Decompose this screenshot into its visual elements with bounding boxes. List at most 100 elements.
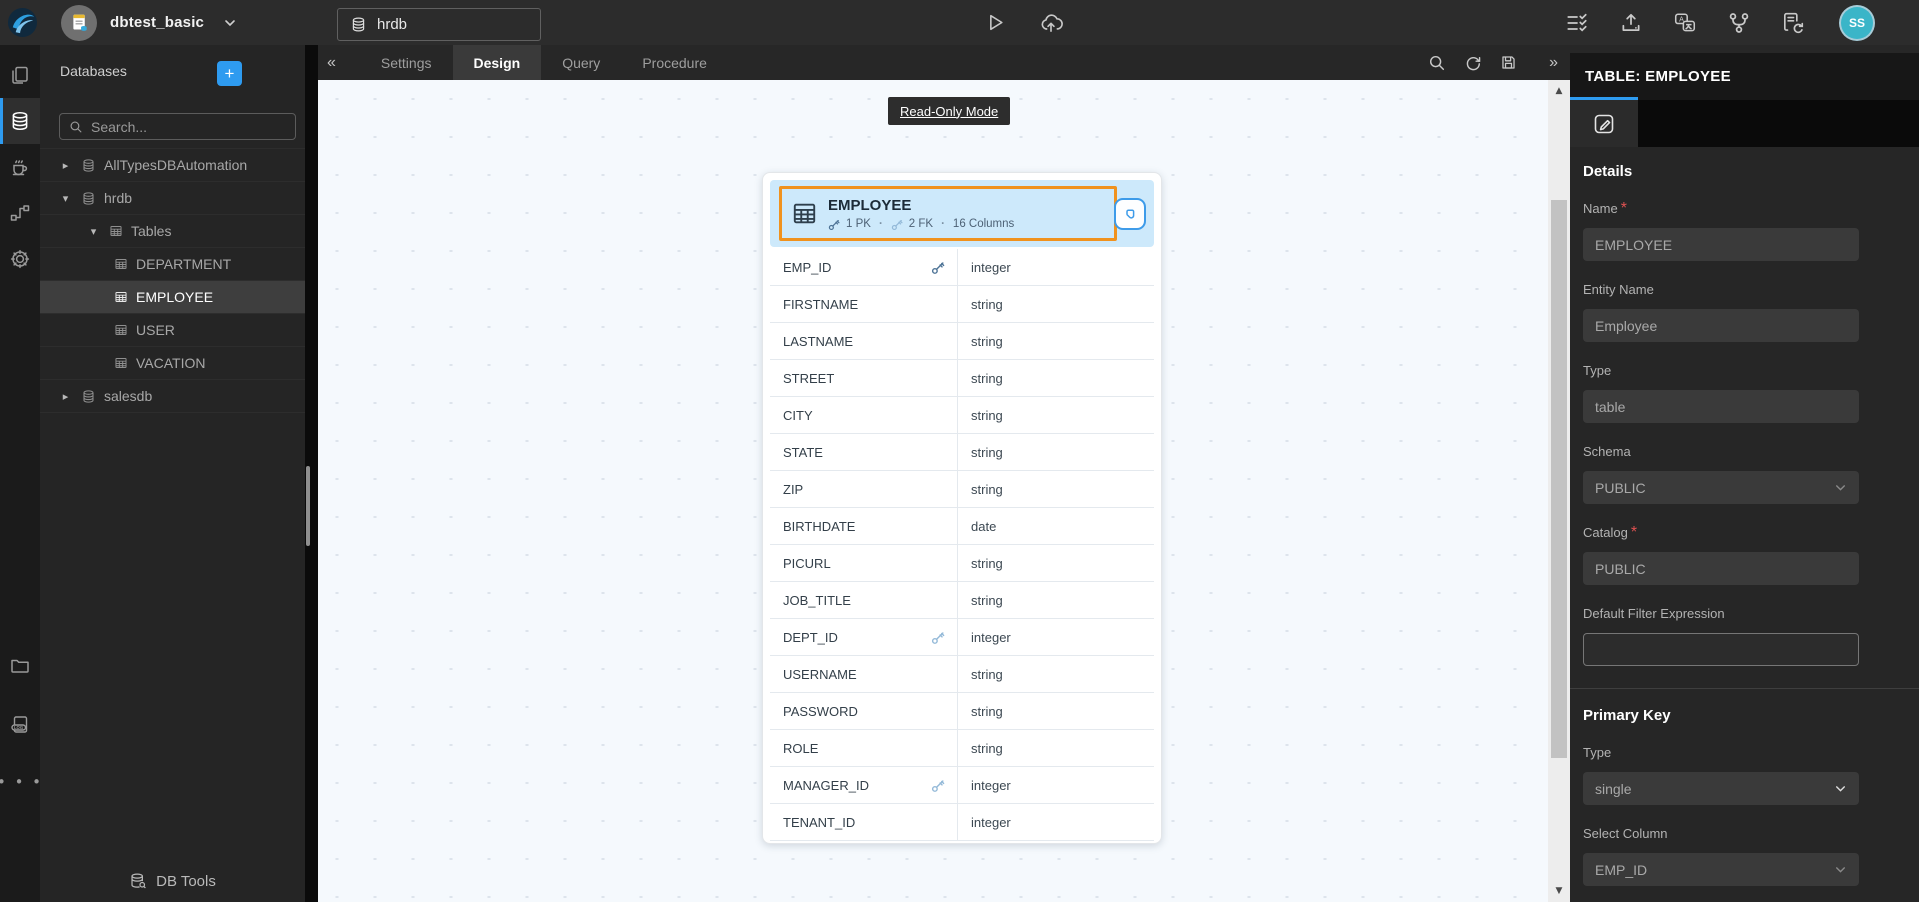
field-label: Type xyxy=(1583,363,1611,378)
tree-item-icon xyxy=(109,224,123,238)
tree-item[interactable]: DEPARTMENT xyxy=(40,248,305,281)
tree-item-icon xyxy=(81,191,96,206)
tree-item[interactable]: ▸ salesdb xyxy=(40,380,305,413)
entity-column-row[interactable]: PASSWORD string xyxy=(770,693,1154,730)
foreign-key-icon xyxy=(891,218,904,231)
tree-item[interactable]: EMPLOYEE xyxy=(40,281,305,314)
entity-column-row[interactable]: STREET string xyxy=(770,360,1154,397)
field-control[interactable]: PUBLIC xyxy=(1583,552,1859,585)
scroll-up-arrow[interactable]: ▲ xyxy=(1548,86,1570,96)
workspace-tab[interactable]: Query xyxy=(541,45,621,80)
inspector-tabs xyxy=(1570,100,1919,147)
cloud-deploy-button[interactable] xyxy=(1039,11,1063,35)
column-type: integer xyxy=(957,767,1154,803)
entity-column-row[interactable]: BIRTHDATE date xyxy=(770,508,1154,545)
tree-item[interactable]: VACATION xyxy=(40,347,305,380)
column-type: string xyxy=(957,730,1154,766)
scroll-down-arrow[interactable]: ▼ xyxy=(1548,886,1570,896)
entity-column-row[interactable]: ROLE string xyxy=(770,730,1154,767)
version-branch-icon[interactable] xyxy=(1727,11,1751,35)
search-input[interactable]: Search... xyxy=(59,113,296,140)
run-preview-button[interactable] xyxy=(983,11,1006,34)
more-options-icon[interactable]: • • • xyxy=(0,759,40,805)
workspace-tab[interactable]: Settings xyxy=(360,45,453,80)
column-name: JOB_TITLE xyxy=(783,593,851,608)
column-name: PICURL xyxy=(783,556,831,571)
entity-column-row[interactable]: JOB_TITLE string xyxy=(770,582,1154,619)
file-sync-icon[interactable] xyxy=(1781,11,1805,35)
translate-icon[interactable]: A xyxy=(1673,11,1697,35)
design-canvas[interactable]: Read-Only Mode EMPLOYEE 1 PK 2 FK 16 Col… xyxy=(318,80,1570,902)
scrollbar-thumb[interactable] xyxy=(1551,200,1567,758)
save-icon[interactable] xyxy=(1500,54,1517,71)
db-tools-button[interactable]: DB Tools xyxy=(40,872,305,891)
entity-column-row[interactable]: LASTNAME string xyxy=(770,323,1154,360)
export-deploy-icon[interactable] xyxy=(1619,11,1643,35)
column-name: PASSWORD xyxy=(783,704,858,719)
entity-column-row[interactable]: FIRSTNAME string xyxy=(770,286,1154,323)
workspace-tab[interactable]: Procedure xyxy=(621,45,728,80)
collapse-sidebar-icon[interactable]: « xyxy=(327,54,336,72)
refresh-icon[interactable] xyxy=(1464,54,1482,72)
add-relationship-button[interactable] xyxy=(1114,198,1146,230)
java-services-icon[interactable] xyxy=(0,144,40,190)
canvas-vertical-scrollbar[interactable]: ▲ ▼ xyxy=(1548,80,1570,902)
field-control[interactable]: table xyxy=(1583,390,1859,423)
connectors-icon[interactable] xyxy=(0,190,40,236)
field-label: Schema xyxy=(1583,444,1631,459)
tree-item-label: EMPLOYEE xyxy=(136,289,213,305)
tree-item[interactable]: ▾ Tables xyxy=(40,215,305,248)
entity-column-row[interactable]: PICURL string xyxy=(770,545,1154,582)
edit-tab[interactable] xyxy=(1570,100,1638,147)
databases-icon[interactable] xyxy=(0,98,40,144)
pages-icon[interactable] xyxy=(0,52,40,98)
field-control[interactable]: Employee xyxy=(1583,309,1859,342)
folder-icon[interactable] xyxy=(0,642,40,688)
column-type: string xyxy=(957,656,1154,692)
project-switcher[interactable]: dbtest_basic xyxy=(61,0,204,45)
logs-icon[interactable]: LOG xyxy=(0,702,40,748)
checklist-icon[interactable] xyxy=(1565,11,1589,35)
entity-column-row[interactable]: MANAGER_ID integer xyxy=(770,767,1154,804)
entity-column-row[interactable]: CITY string xyxy=(770,397,1154,434)
sidebar-scrollbar-thumb[interactable] xyxy=(306,466,310,546)
expand-panel-icon[interactable]: » xyxy=(1549,54,1558,72)
entity-column-row[interactable]: STATE string xyxy=(770,434,1154,471)
chevron-down-icon[interactable] xyxy=(222,15,238,31)
entity-header[interactable]: EMPLOYEE 1 PK 2 FK 16 Columns xyxy=(770,180,1154,247)
settings-gear-icon[interactable] xyxy=(0,236,40,282)
field-control[interactable]: EMP_ID xyxy=(1583,853,1859,886)
pk-count: 1 PK xyxy=(846,218,871,230)
add-database-button[interactable]: + xyxy=(217,61,242,86)
entity-column-row[interactable]: DEPT_ID integer xyxy=(770,619,1154,656)
entity-selection-outline[interactable]: EMPLOYEE 1 PK 2 FK 16 Columns xyxy=(779,186,1117,241)
entity-column-row[interactable]: EMP_ID integer xyxy=(770,249,1154,286)
fk-count: 2 FK xyxy=(909,218,933,230)
open-database-tab[interactable]: hrdb xyxy=(337,8,541,41)
field-control[interactable]: single xyxy=(1583,772,1859,805)
canvas-search-icon[interactable] xyxy=(1428,54,1446,72)
column-name: STREET xyxy=(783,371,834,386)
column-name: ROLE xyxy=(783,741,818,756)
inspector-field: Schema* PUBLIC xyxy=(1583,443,1859,504)
expand-arrow[interactable]: ▸ xyxy=(58,159,73,172)
entity-column-row[interactable]: TENANT_ID integer xyxy=(770,804,1154,841)
user-avatar[interactable]: SS xyxy=(1841,7,1873,39)
top-bar: dbtest_basic hrdb xyxy=(0,0,1919,45)
expand-arrow[interactable]: ▸ xyxy=(58,390,73,403)
entity-column-row[interactable]: USERNAME string xyxy=(770,656,1154,693)
field-control[interactable] xyxy=(1583,633,1859,666)
entity-card-employee[interactable]: EMPLOYEE 1 PK 2 FK 16 Columns xyxy=(762,172,1162,844)
expand-arrow[interactable]: ▾ xyxy=(86,225,101,238)
column-name: DEPT_ID xyxy=(783,630,838,645)
field-control[interactable]: EMPLOYEE xyxy=(1583,228,1859,261)
workspace-tab[interactable]: Design xyxy=(453,45,542,80)
expand-arrow[interactable]: ▾ xyxy=(58,192,73,205)
field-control[interactable]: PUBLIC xyxy=(1583,471,1859,504)
app-logo-icon[interactable] xyxy=(7,7,38,38)
tree-item[interactable]: ▸ AllTypesDBAutomation xyxy=(40,149,305,182)
column-name: EMP_ID xyxy=(783,260,831,275)
tree-item[interactable]: ▾ hrdb xyxy=(40,182,305,215)
entity-column-row[interactable]: ZIP string xyxy=(770,471,1154,508)
tree-item[interactable]: USER xyxy=(40,314,305,347)
